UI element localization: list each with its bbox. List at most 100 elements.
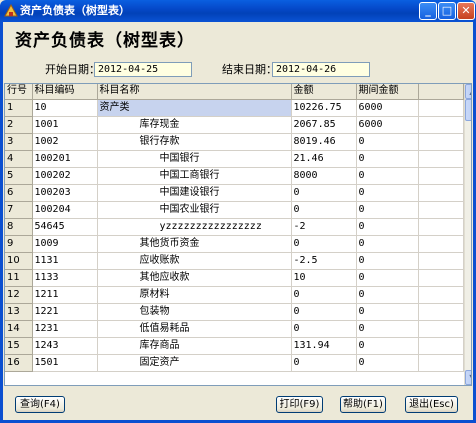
column-header[interactable]: 科目名称 [97,84,292,100]
row-number-cell[interactable]: 11 [5,269,33,287]
amount-cell[interactable]: 0 [291,303,357,321]
table-row[interactable]: 15 1243 库存商品 131.94 0 [5,337,464,355]
minimize-button[interactable]: _ [419,2,437,20]
period-amount-cell[interactable]: 0 [356,320,419,338]
period-amount-cell[interactable]: 0 [356,354,419,372]
account-code-cell[interactable]: 1009 [32,235,98,253]
account-code-cell[interactable]: 1211 [32,286,98,304]
table-row[interactable]: 2 1001 库存现金 2067.85 6000 [5,116,464,134]
scroll-down-button[interactable]: ▼ [465,370,471,385]
account-code-cell[interactable]: 100201 [32,150,98,168]
account-name-cell[interactable]: 资产类 [97,99,292,117]
account-name-cell[interactable]: 中国农业银行 [97,201,292,219]
row-number-cell[interactable]: 15 [5,337,33,355]
table-row[interactable]: 14 1231 低值易耗品 0 0 [5,320,464,338]
row-number-cell[interactable]: 2 [5,116,33,134]
account-code-cell[interactable]: 1243 [32,337,98,355]
amount-cell[interactable]: -2.5 [291,252,357,270]
end-date-field[interactable]: 2012-04-26 [272,62,370,77]
amount-cell[interactable]: 0 [291,320,357,338]
amount-cell[interactable]: 8019.46 [291,133,357,151]
amount-cell[interactable]: 0 [291,184,357,202]
row-number-cell[interactable]: 9 [5,235,33,253]
scroll-thumb[interactable] [465,99,471,121]
print-button[interactable]: 打印(F9) [276,396,323,413]
period-amount-cell[interactable]: 0 [356,150,419,168]
amount-cell[interactable]: 0 [291,286,357,304]
amount-cell[interactable]: 8000 [291,167,357,185]
account-code-cell[interactable]: 1231 [32,320,98,338]
account-code-cell[interactable]: 100203 [32,184,98,202]
account-name-cell[interactable]: 原材料 [97,286,292,304]
period-amount-cell[interactable]: 0 [356,133,419,151]
account-name-cell[interactable]: 中国工商银行 [97,167,292,185]
period-amount-cell[interactable]: 6000 [356,116,419,134]
period-amount-cell[interactable]: 0 [356,303,419,321]
account-code-cell[interactable]: 1131 [32,252,98,270]
table-row[interactable]: 6 100203 中国建设银行 0 0 [5,184,464,202]
row-number-cell[interactable]: 14 [5,320,33,338]
period-amount-cell[interactable]: 0 [356,235,419,253]
help-button[interactable]: 帮助(F1) [340,396,386,413]
account-name-cell[interactable]: 低值易耗品 [97,320,292,338]
account-name-cell[interactable]: 固定资产 [97,354,292,372]
amount-cell[interactable]: 10226.75 [291,99,357,117]
account-name-cell[interactable]: 中国建设银行 [97,184,292,202]
account-code-cell[interactable]: 1001 [32,116,98,134]
column-header[interactable]: 期间金额 [356,84,419,100]
account-code-cell[interactable]: 100204 [32,201,98,219]
vertical-scrollbar[interactable]: ▲ ▼ [464,84,471,385]
row-number-cell[interactable]: 5 [5,167,33,185]
period-amount-cell[interactable]: 0 [356,269,419,287]
row-number-cell[interactable]: 8 [5,218,33,236]
column-header[interactable]: 行号 [5,84,33,100]
amount-cell[interactable]: 0 [291,235,357,253]
column-header[interactable]: 科目编码 [32,84,98,100]
table-row[interactable]: 1 10 资产类 10226.75 6000 [5,99,464,117]
account-code-cell[interactable]: 10 [32,99,98,117]
row-number-cell[interactable]: 13 [5,303,33,321]
amount-cell[interactable]: -2 [291,218,357,236]
row-number-cell[interactable]: 12 [5,286,33,304]
table-row[interactable]: 3 1002 银行存款 8019.46 0 [5,133,464,151]
row-number-cell[interactable]: 1 [5,99,33,117]
account-name-cell[interactable]: 其他应收款 [97,269,292,287]
table-row[interactable]: 5 100202 中国工商银行 8000 0 [5,167,464,185]
account-code-cell[interactable]: 54645 [32,218,98,236]
account-name-cell[interactable]: 包装物 [97,303,292,321]
query-button[interactable]: 查询(F4) [15,396,65,413]
account-code-cell[interactable]: 1221 [32,303,98,321]
row-number-cell[interactable]: 10 [5,252,33,270]
period-amount-cell[interactable]: 0 [356,337,419,355]
period-amount-cell[interactable]: 0 [356,286,419,304]
row-number-cell[interactable]: 7 [5,201,33,219]
row-number-cell[interactable]: 16 [5,354,33,372]
column-header[interactable]: 金额 [291,84,357,100]
account-name-cell[interactable]: 银行存款 [97,133,292,151]
account-name-cell[interactable]: 应收账款 [97,252,292,270]
period-amount-cell[interactable]: 0 [356,218,419,236]
account-name-cell[interactable]: 库存商品 [97,337,292,355]
table-row[interactable]: 4 100201 中国银行 21.46 0 [5,150,464,168]
amount-cell[interactable]: 131.94 [291,337,357,355]
amount-cell[interactable]: 10 [291,269,357,287]
scroll-up-button[interactable]: ▲ [465,84,471,99]
period-amount-cell[interactable]: 0 [356,184,419,202]
row-number-cell[interactable]: 3 [5,133,33,151]
account-name-cell[interactable]: 中国银行 [97,150,292,168]
table-row[interactable]: 8 54645 yzzzzzzzzzzzzzzzz -2 0 [5,218,464,236]
period-amount-cell[interactable]: 0 [356,201,419,219]
account-name-cell[interactable]: 其他货币资金 [97,235,292,253]
account-name-cell[interactable]: 库存现金 [97,116,292,134]
account-code-cell[interactable]: 1501 [32,354,98,372]
table-row[interactable]: 16 1501 固定资产 0 0 [5,354,464,372]
table-row[interactable]: 7 100204 中国农业银行 0 0 [5,201,464,219]
start-date-field[interactable]: 2012-04-25 [94,62,192,77]
row-number-cell[interactable]: 4 [5,150,33,168]
amount-cell[interactable]: 0 [291,201,357,219]
period-amount-cell[interactable]: 0 [356,167,419,185]
account-code-cell[interactable]: 1002 [32,133,98,151]
amount-cell[interactable]: 2067.85 [291,116,357,134]
account-code-cell[interactable]: 1133 [32,269,98,287]
maximize-button[interactable]: □ [438,2,456,20]
